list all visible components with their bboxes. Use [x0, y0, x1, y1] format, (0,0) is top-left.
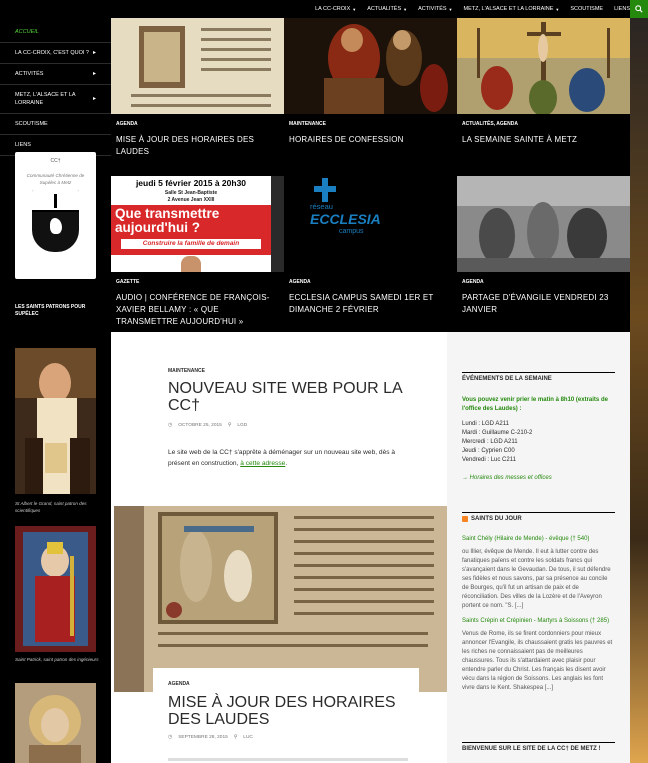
post-title[interactable]: MISE À JOUR DES HORAIRES DES LAUDES [168, 694, 418, 728]
coat-of-arms-logo [32, 190, 79, 252]
featured-image [457, 176, 630, 272]
post-excerpt: Le site web de la CC† s'apprête à déména… [168, 449, 396, 467]
saint-link[interactable]: Saint Chély (Hilaire de Mende) - évêque … [462, 535, 615, 544]
community-tagline: Communauté Chrétienne de Supélec à Metz [26, 173, 85, 185]
saint-link[interactable]: Saints Crépin et Crépinien - Martyrs à S… [462, 617, 615, 626]
search-icon [635, 5, 643, 13]
post-featured-image[interactable] [114, 506, 447, 692]
chevron-right-icon: ▸ [92, 71, 96, 77]
topnav-item-la-cc-croix[interactable]: LA CC-CROIX ▼ [315, 6, 356, 12]
post-category[interactable]: AGENDA [116, 121, 138, 127]
saint-description: Venus de Rome, ils se firent cordonniers… [462, 631, 613, 691]
post-author[interactable]: LGD [237, 423, 247, 428]
saint-fresco-image[interactable] [15, 683, 96, 763]
saint-patrick-image[interactable] [15, 526, 96, 652]
post-date[interactable]: SEPTEMBRE 28, 2015 [178, 735, 228, 740]
saints-widget-title[interactable]: SAINTS DU JOUR [462, 512, 615, 522]
featured-post-evangile[interactable]: AGENDA PARTAGE D'ÉVANGILE VENDREDI 23 JA… [457, 176, 630, 332]
patrons-widget-title: LES SAINTS PATRONS POUR SUPÉLEC [15, 304, 86, 317]
poster-title: Que transmettre aujourd'hui ? [115, 206, 220, 235]
events-widget: ÉVÉNEMENTS DE LA SEMAINE Vous pouvez ven… [462, 372, 615, 483]
sidebar-item-metz[interactable]: METZ, L'ALSACE ET LA LORRAINE ▸ [0, 85, 111, 114]
post-title[interactable]: ECCLESIA CAMPUS SAMEDI 1ER ET DIMANCHE 2… [289, 292, 453, 316]
top-navigation: LA CC-CROIX ▼ ACTUALITÉS ▼ ACTIVITÉS ▼ METZ… [304, 0, 630, 18]
top-bar: LA CC-CROIX ▼ ACTUALITÉS ▼ ACTIVITÉS ▼ METZ… [0, 0, 648, 18]
sidebar-item-la-cc-croix[interactable]: LA CC-CROIX, C'EST QUOI ? ▸ [0, 43, 111, 64]
ecclesia-cross-icon [314, 178, 336, 202]
laudes-schedule: Lundi : LGD A211 Mardi : Guillaume C-210… [462, 421, 533, 463]
sidebar-item-accueil[interactable]: ACCUEIL [0, 22, 111, 43]
post-category[interactable]: AGENDA [168, 681, 190, 687]
featured-post-ecclesia[interactable]: réseau ECCLESIA campus AGENDA ECCLESIA C… [284, 176, 457, 332]
clock-icon: ◷ [168, 423, 173, 428]
post-meta: ◷ SEPTEMBRE 28, 2015 ⚲ LUC [168, 735, 253, 740]
background-photo-edge [630, 18, 648, 763]
sidebar-item-scoutisme[interactable]: SCOUTISME [0, 114, 111, 135]
community-logo-card[interactable]: CC† Communauté Chrétienne de Supélec à M… [15, 152, 96, 279]
patron-caption: Saint Patrick, saint patron des ingénieu… [15, 657, 99, 662]
featured-image [111, 18, 284, 114]
logo-ecclesia: ECCLESIA [310, 211, 381, 227]
post-title[interactable]: LA SEMAINE SAINTE À METZ [462, 134, 626, 146]
post-date[interactable]: OCTOBRE 25, 2015 [178, 423, 222, 428]
logo-reseau: réseau [310, 202, 333, 211]
chevron-down-icon: ▼ [448, 6, 453, 12]
poster-subtitle: Construire la famille de demain [121, 239, 261, 249]
featured-post-confession[interactable]: MAINTENANCE HORAIRES DE CONFESSION [284, 18, 457, 174]
post-title[interactable]: NOUVEAU SITE WEB POUR LA CC† [168, 380, 418, 414]
poster-venue: Salle St Jean-Baptiste [164, 190, 218, 196]
welcome-widget: BIENVENUE SUR LE SITE DE LA CC† DE METZ … [462, 742, 615, 752]
chevron-right-icon: ▸ [92, 50, 96, 56]
welcome-widget-title: BIENVENUE SUR LE SITE DE LA CC† DE METZ … [462, 742, 615, 752]
saint-description: ou Illier, évêque de Mende. Il eut à lut… [462, 549, 611, 609]
post-meta: ◷ OCTOBRE 25, 2015 ⚲ LGD [168, 423, 247, 428]
community-name: CC† [50, 158, 61, 164]
sidebar-item-activites[interactable]: ACTIVITÉS ▸ [0, 64, 111, 85]
post-title[interactable]: MISE À JOUR DES HORAIRES DES LAUDES [116, 134, 280, 158]
logo-campus: campus [339, 228, 364, 235]
topnav-item-scoutisme[interactable]: SCOUTISME [570, 6, 603, 12]
post-category[interactable]: ACTUALITÉS, AGENDA [462, 121, 518, 127]
patron-caption: St Albert le Grand, saint patron des sci… [15, 501, 87, 513]
topnav-item-liens[interactable]: LIENS [614, 6, 630, 12]
poster-address: 2 Avenue Jean XXIII [167, 197, 215, 203]
topnav-item-activites[interactable]: ACTIVITÉS ▼ [418, 6, 452, 12]
post-author[interactable]: LUC [243, 735, 253, 740]
saints-widget: SAINTS DU JOUR Saint Chély (Hilaire de M… [462, 512, 615, 693]
user-icon: ⚲ [227, 423, 232, 428]
saint-albert-image[interactable] [15, 348, 96, 494]
masses-link[interactable]: → Horaires des messes et offices [462, 474, 615, 483]
chevron-down-icon: ▼ [555, 6, 560, 12]
chevron-right-icon: ▸ [92, 96, 96, 102]
post-title[interactable]: HORAIRES DE CONFESSION [289, 134, 453, 146]
new-site-link[interactable]: à cette adresse [240, 460, 285, 467]
post-category[interactable]: AGENDA [462, 279, 484, 285]
featured-image [284, 18, 457, 114]
post-category[interactable]: MAINTENANCE [168, 368, 205, 374]
featured-image: jeudi 5 février 2015 à 20h30 Salle St Je… [111, 176, 284, 272]
featured-post-laudes[interactable]: AGENDA MISE À JOUR DES HORAIRES DES LAUD… [111, 18, 284, 174]
featured-image [457, 18, 630, 114]
featured-post-conference[interactable]: jeudi 5 février 2015 à 20h30 Salle St Je… [111, 176, 284, 332]
clock-icon: ◷ [168, 735, 173, 740]
chevron-down-icon: ▼ [352, 6, 357, 12]
post-category[interactable]: MAINTENANCE [289, 121, 326, 127]
chevron-down-icon: ▼ [403, 6, 408, 12]
featured-image: réseau ECCLESIA campus [284, 176, 457, 272]
sidebar-navigation: ACCUEIL LA CC-CROIX, C'EST QUOI ? ▸ ACTIV… [0, 22, 111, 156]
events-intro: Vous pouvez venir prier le matin à 8h10 … [462, 397, 608, 412]
user-icon: ⚲ [233, 735, 238, 740]
post-category[interactable]: AGENDA [289, 279, 311, 285]
post-title[interactable]: AUDIO | CONFÉRENCE DE FRANÇOIS-XAVIER BE… [116, 292, 280, 328]
search-button[interactable] [630, 0, 648, 18]
post-title[interactable]: PARTAGE D'ÉVANGILE VENDREDI 23 JANVIER [462, 292, 626, 316]
topnav-item-metz[interactable]: METZ, L'ALSACE ET LA LORRAINE ▼ [464, 6, 560, 12]
poster-date: jeudi 5 février 2015 à 20h30 [135, 178, 247, 188]
rss-icon [462, 516, 468, 522]
topnav-item-actualites[interactable]: ACTUALITÉS ▼ [367, 6, 407, 12]
post-category[interactable]: GAZETTE [116, 279, 139, 285]
events-widget-title: ÉVÉNEMENTS DE LA SEMAINE [462, 372, 615, 382]
featured-post-semaine-sainte[interactable]: ACTUALITÉS, AGENDA LA SEMAINE SAINTE À M… [457, 18, 630, 174]
